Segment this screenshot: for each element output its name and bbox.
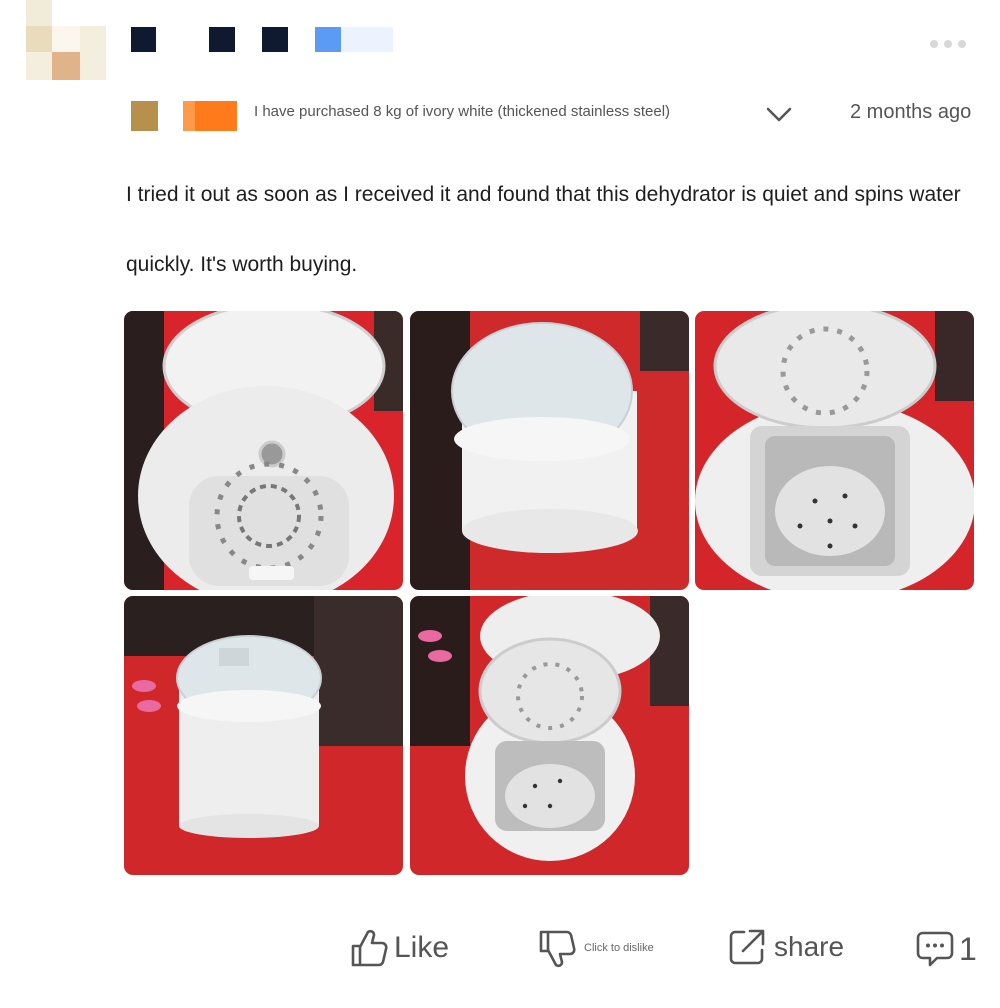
comment-count: 1 (959, 930, 977, 967)
user-level-badge (131, 101, 158, 131)
like-label: Like (394, 931, 450, 964)
share-label: share (774, 931, 845, 962)
share-icon (729, 929, 765, 965)
more-dots-icon[interactable] (930, 40, 966, 48)
thumbs-up-icon (351, 929, 388, 967)
review-time: 2 months ago (850, 101, 972, 123)
thumbs-down-icon (539, 930, 576, 968)
purchased-variant: I have purchased 8 kg of ivory white (th… (254, 103, 671, 120)
chevron-down-icon[interactable] (765, 102, 793, 126)
share-button[interactable]: share (728, 928, 844, 966)
review-photo[interactable] (124, 311, 403, 590)
comment-icon (916, 931, 954, 967)
review-photo[interactable] (410, 596, 689, 875)
dislike-button[interactable]: Click to dislike (538, 928, 654, 968)
avatar[interactable] (26, 0, 106, 80)
review-photo[interactable] (410, 311, 689, 590)
dislike-label: Click to dislike (584, 942, 654, 954)
review-text: I tried it out as soon as I received it … (126, 183, 961, 276)
comment-button[interactable]: 1 (915, 930, 977, 968)
review-photo[interactable] (124, 596, 403, 875)
like-button[interactable]: Like (350, 928, 449, 968)
member-badge (183, 101, 237, 131)
review-photo[interactable] (695, 311, 974, 590)
